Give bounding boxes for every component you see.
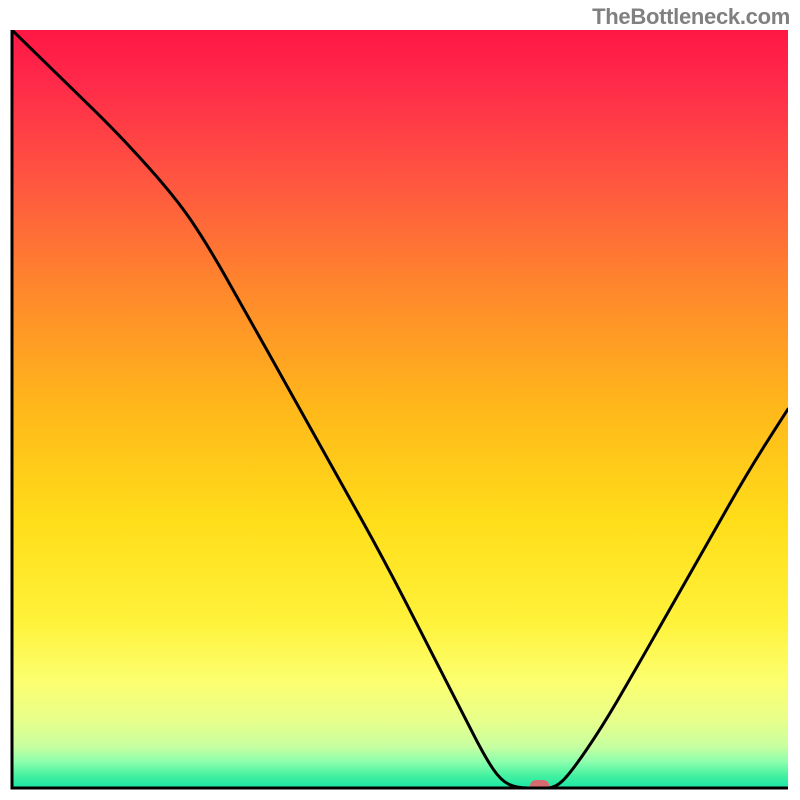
bottleneck-chart (0, 0, 800, 800)
optimal-marker (530, 780, 549, 792)
chart-container: TheBottleneck.com (0, 0, 800, 800)
